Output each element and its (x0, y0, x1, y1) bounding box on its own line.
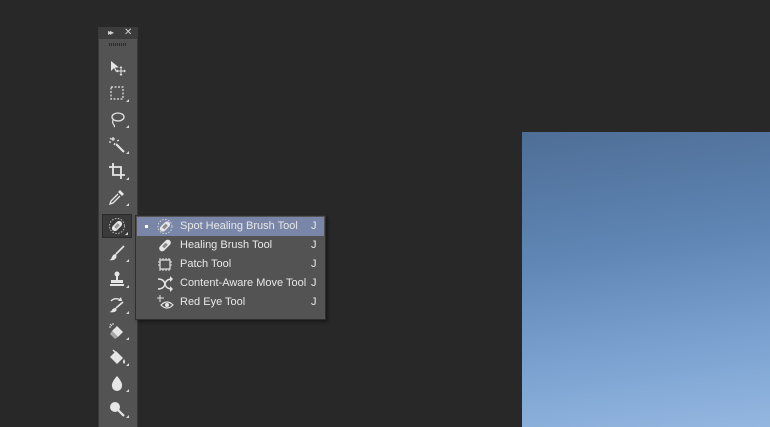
move-icon (111, 61, 126, 76)
crop-tool[interactable] (102, 160, 132, 182)
menu-item-spot-healing-brush-tool[interactable]: Spot Healing Brush Tool J (137, 217, 324, 236)
brush-icon (109, 245, 125, 261)
marquee-icon (110, 86, 124, 100)
submenu-indicator-icon (126, 99, 129, 102)
submenu-indicator-icon (126, 389, 129, 392)
submenu-indicator-icon (126, 203, 129, 206)
submenu-indicator-icon (126, 177, 129, 180)
patch-icon (156, 256, 174, 273)
menu-item-label: Content-Aware Move Tool (180, 277, 307, 289)
submenu-indicator-icon (126, 285, 129, 288)
submenu-indicator-icon (126, 259, 129, 262)
submenu-indicator-icon (126, 125, 129, 128)
workspace: ▸▸ ✕ Spot Healing Brush Tool J Healing B… (0, 0, 770, 427)
menu-item-patch-tool[interactable]: Patch Tool J (137, 255, 324, 274)
lasso-tool[interactable] (102, 108, 132, 130)
document-canvas[interactable] (522, 132, 770, 427)
menu-item-shortcut: J (311, 296, 317, 308)
submenu-indicator-icon (126, 151, 129, 154)
healing-brush-icon (156, 237, 174, 254)
lasso-icon (111, 112, 125, 128)
submenu-indicator-icon (126, 363, 129, 366)
collapse-panel-icon[interactable]: ▸▸ (108, 28, 114, 38)
submenu-indicator-icon (125, 232, 128, 235)
healing-tools-flyout-menu: Spot Healing Brush Tool J Healing Brush … (135, 215, 326, 320)
menu-item-content-aware-move-tool[interactable]: Content-Aware Move Tool J (137, 274, 324, 293)
content-aware-move-icon (156, 275, 174, 292)
magic-wand-tool[interactable] (102, 134, 132, 156)
history-brush-icon (109, 297, 124, 313)
eyedropper-icon (108, 190, 124, 206)
eyedropper-tool[interactable] (102, 186, 132, 208)
dodge-tool[interactable] (102, 398, 132, 420)
menu-item-label: Red Eye Tool (180, 296, 246, 308)
menu-item-label: Spot Healing Brush Tool (180, 220, 298, 232)
panel-header: ▸▸ ✕ (99, 27, 137, 39)
menu-item-shortcut: J (311, 239, 317, 251)
spot-healing-brush-tool[interactable] (102, 214, 132, 238)
move-tool[interactable] (102, 56, 132, 78)
menu-item-shortcut: J (311, 220, 317, 232)
menu-item-label: Healing Brush Tool (180, 239, 273, 251)
eraser-icon (109, 323, 123, 339)
close-panel-icon[interactable]: ✕ (124, 27, 132, 38)
clone-stamp-tool[interactable] (102, 268, 132, 290)
blur-tool[interactable] (102, 372, 132, 394)
menu-item-red-eye-tool[interactable]: Red Eye Tool J (137, 293, 324, 312)
menu-item-label: Patch Tool (180, 258, 232, 270)
menu-item-shortcut: J (311, 277, 317, 289)
tools-panel: ▸▸ ✕ (98, 27, 138, 427)
menu-item-healing-brush-tool[interactable]: Healing Brush Tool J (137, 236, 324, 255)
submenu-indicator-icon (126, 337, 129, 340)
paint-bucket-icon (110, 349, 125, 364)
stamp-icon (110, 271, 124, 286)
spot-healing-icon (156, 218, 174, 235)
submenu-indicator-icon (126, 311, 129, 314)
panel-grip[interactable] (109, 43, 127, 46)
dodge-icon (110, 402, 125, 417)
rectangular-marquee-tool[interactable] (102, 82, 132, 104)
submenu-indicator-icon (126, 415, 129, 418)
eraser-tool[interactable] (102, 320, 132, 342)
spot-healing-icon (109, 218, 125, 234)
menu-item-shortcut: J (311, 258, 317, 270)
selected-bullet-icon (145, 225, 148, 228)
red-eye-icon (156, 294, 174, 311)
paint-bucket-tool[interactable] (102, 346, 132, 368)
blur-drop-icon (111, 376, 123, 391)
brush-tool[interactable] (102, 242, 132, 264)
magic-wand-icon (109, 137, 125, 153)
crop-icon (109, 163, 125, 179)
history-brush-tool[interactable] (102, 294, 132, 316)
